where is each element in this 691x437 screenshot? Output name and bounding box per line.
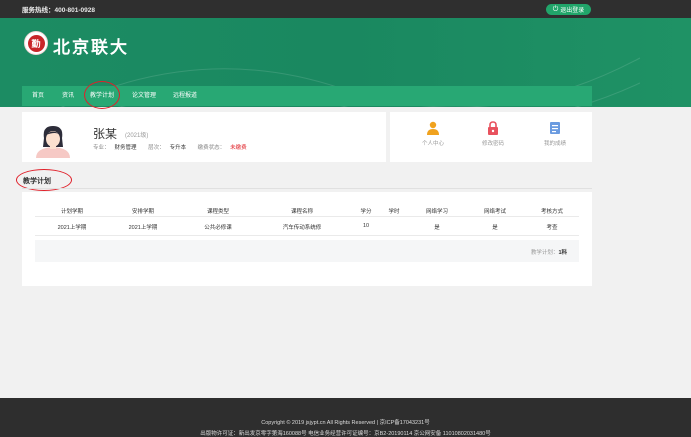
cell-plan-term: 2021上学期	[57, 225, 87, 231]
summary-label: 教学计划：	[530, 250, 559, 256]
quick-link-label: 个人中心	[421, 141, 444, 147]
level-value: 专升本	[169, 145, 187, 151]
top-bar: 服务热线：400-801-0928 ⏻ 退出登录	[0, 0, 691, 18]
quick-links-card: 个人中心 修改密码 我的成绩	[390, 112, 592, 162]
logout-label: 退出登录	[560, 8, 585, 14]
major-value: 财务管理	[114, 145, 137, 151]
cell-arranged-term: 2021上学期	[128, 225, 158, 231]
summary-value: 1科	[558, 250, 567, 256]
school-emblem-logo[interactable]: 勤	[24, 31, 48, 55]
plan-summary: 教学计划：1科	[531, 248, 567, 256]
table-summary-bar: 教学计划：1科	[35, 240, 579, 262]
quick-link-label: 修改密码	[481, 141, 504, 147]
emblem-char: 勤	[27, 34, 45, 52]
column-header-course-type: 课程类型	[206, 209, 230, 215]
footer-licenses: 出版物许可证：新出发京零字第海160088号 电信业务经营许可证编号：京B2-2…	[200, 431, 491, 437]
highlight-circle-nav	[84, 81, 120, 109]
column-header-hours: 学时	[388, 209, 400, 215]
student-name: 张某	[93, 127, 118, 141]
major-label: 专业：	[93, 145, 110, 151]
logout-button[interactable]: ⏻ 退出登录	[546, 4, 591, 15]
cell-course-name[interactable]: 汽车传动系统修	[283, 223, 322, 231]
nav-item-news[interactable]: 资讯	[62, 86, 74, 106]
cell-assessment: 考查	[546, 225, 558, 231]
footer-copyright: Copyright © 2019 jsjypt.cn All Rights Re…	[261, 420, 430, 426]
cell-online-study: 是	[434, 225, 440, 231]
lock-icon	[488, 121, 498, 135]
service-hotline: 服务热线：400-801-0928	[22, 7, 95, 14]
person-icon	[427, 121, 439, 135]
nav-item-home[interactable]: 首页	[32, 86, 44, 106]
table-header-divider	[35, 216, 579, 217]
column-header-plan-term: 计划学期	[60, 209, 84, 215]
cell-course-type: 公共必修课	[204, 225, 232, 231]
quick-link-personal-center[interactable]: 个人中心	[408, 121, 458, 147]
column-header-credits: 学分	[360, 209, 372, 215]
column-header-online-exam: 网络考试	[483, 209, 507, 215]
column-header-online-study: 网络学习	[425, 209, 449, 215]
cell-credits: 10	[362, 223, 370, 229]
student-meta: 专业： 财务管理 层次： 专升本 缴费状态： 未缴费	[93, 143, 257, 151]
profile-card: 张某 (2021级) 专业： 财务管理 层次： 专升本 缴费状态： 未缴费	[22, 112, 386, 162]
level-label: 层次：	[148, 145, 165, 151]
nav-item-remote-report[interactable]: 远程报道	[173, 86, 197, 106]
quick-link-my-scores[interactable]: 我的成绩	[530, 121, 580, 147]
fee-label: 缴费状态：	[197, 145, 226, 151]
avatar[interactable]	[32, 122, 74, 158]
score-icon	[550, 122, 560, 134]
student-year: (2021级)	[125, 133, 149, 139]
column-header-arranged-term: 安排学期	[131, 209, 155, 215]
logout-icon: ⏻	[552, 6, 559, 13]
cell-online-exam: 是	[492, 225, 498, 231]
quick-link-change-password[interactable]: 修改密码	[468, 121, 518, 147]
section-divider	[22, 188, 592, 189]
footer: Copyright © 2019 jsjypt.cn All Rights Re…	[0, 398, 691, 437]
fee-status-value: 未缴费	[230, 145, 247, 151]
teaching-plan-card: 计划学期 安排学期 课程类型 课程名称 学分 学时 网络学习 网络考试 考核方式…	[22, 192, 592, 286]
quick-link-label: 我的成绩	[543, 141, 566, 147]
table-row-divider	[35, 235, 579, 236]
column-header-course-name: 课程名称	[290, 209, 314, 215]
nav-item-thesis[interactable]: 论文管理	[132, 86, 156, 106]
school-name[interactable]: 北京联大	[53, 33, 129, 58]
column-header-assessment: 考核方式	[540, 209, 564, 215]
